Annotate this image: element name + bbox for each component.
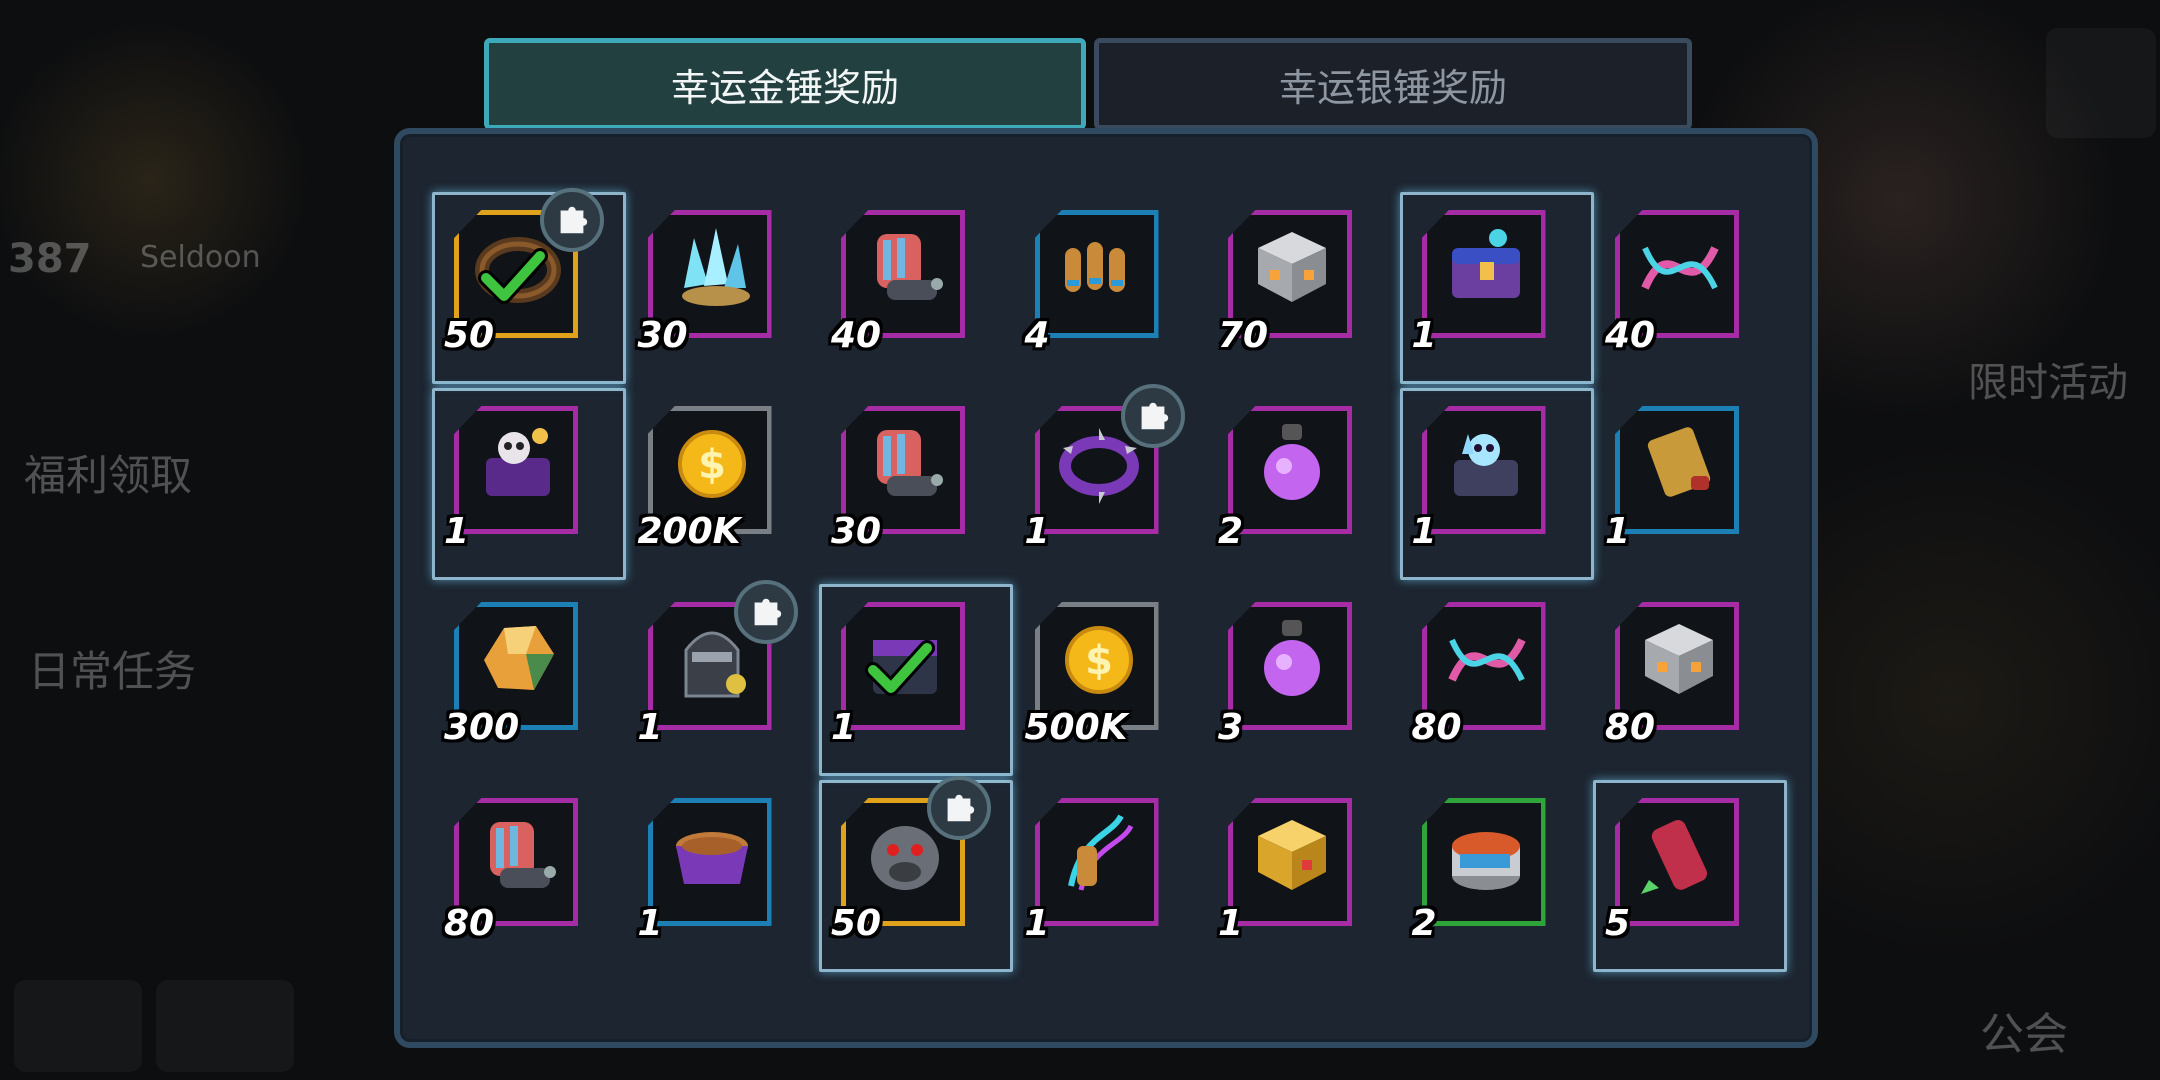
puzzle-piece-icon xyxy=(927,776,991,840)
ice-skull-chest-icon xyxy=(1438,414,1534,510)
food-can-icon xyxy=(1438,806,1534,902)
reward-slot[interactable]: $500K xyxy=(1017,588,1177,748)
reward-slot[interactable]: 5 xyxy=(1597,784,1757,944)
purple-potion-icon xyxy=(1244,610,1340,706)
reward-slot[interactable]: 1 xyxy=(630,580,798,748)
gold-coin-icon: $ xyxy=(1051,610,1147,706)
spiked-gauntlet-icon xyxy=(470,806,566,902)
red-scroll-icon xyxy=(1631,806,1727,902)
tab-gold-hammer-rewards[interactable]: 幸运金锤奖励 xyxy=(484,38,1086,130)
bg-daily-tasks: 日常任务 xyxy=(28,647,197,696)
neon-tentacle-icon xyxy=(1051,806,1147,902)
bg-contacts-button xyxy=(14,980,142,1072)
reward-slot[interactable]: 80 xyxy=(1404,588,1564,748)
reward-slot[interactable]: 30 xyxy=(630,196,790,356)
bg-limited-event: 限时活动 xyxy=(1968,360,2128,406)
reward-quantity: 2 xyxy=(1218,511,1244,552)
reward-slot[interactable]: 40 xyxy=(823,196,983,356)
reward-quantity: 1 xyxy=(637,903,663,944)
reward-quantity: 80 xyxy=(1411,707,1462,748)
reward-quantity: 4 xyxy=(1024,315,1050,356)
silver-cube-icon xyxy=(1631,610,1727,706)
purple-potion-icon xyxy=(1244,414,1340,510)
puzzle-piece-icon xyxy=(733,580,798,644)
reward-slot[interactable]: 1 xyxy=(436,392,596,552)
reward-slot[interactable]: 50 xyxy=(823,776,991,944)
reward-slot[interactable]: 50 xyxy=(436,188,604,356)
puzzle-piece-icon xyxy=(1120,384,1185,448)
crystal-cluster-icon xyxy=(664,218,760,314)
reward-quantity: 1 xyxy=(831,707,857,748)
puzzle-piece-icon xyxy=(540,188,604,252)
reward-slot[interactable]: 1 xyxy=(823,588,983,748)
reward-slot[interactable]: 2 xyxy=(1210,392,1370,552)
reward-slot[interactable]: 2 xyxy=(1404,784,1564,944)
reward-quantity: 1 xyxy=(1411,315,1437,356)
tab-silver-hammer-rewards[interactable]: 幸运银锤奖励 xyxy=(1094,38,1692,130)
reward-slot[interactable]: 80 xyxy=(436,784,596,944)
reward-quantity: 2 xyxy=(1411,903,1437,944)
reward-slot[interactable]: 1 xyxy=(1597,392,1757,552)
reward-slot[interactable]: 3 xyxy=(1210,588,1370,748)
reward-slot[interactable]: 1 xyxy=(1210,784,1370,944)
spiked-gauntlet-icon xyxy=(857,218,953,314)
bg-mail-button xyxy=(156,980,294,1072)
reward-quantity: 80 xyxy=(1605,707,1656,748)
reward-slot[interactable]: 40 xyxy=(1597,196,1757,356)
reward-slot[interactable]: 1 xyxy=(1017,384,1185,552)
reward-quantity: 50 xyxy=(444,315,495,356)
bg-side-button xyxy=(2046,28,2156,138)
gold-cube-icon xyxy=(1244,806,1340,902)
spiked-gauntlet-icon xyxy=(857,414,953,510)
reward-quantity: 1 xyxy=(1218,903,1244,944)
reward-slot[interactable]: 80 xyxy=(1597,588,1757,748)
reward-quantity: 70 xyxy=(1218,315,1269,356)
dna-helix-icon xyxy=(1438,610,1534,706)
reward-quantity: 1 xyxy=(444,511,470,552)
reward-slot[interactable]: 1 xyxy=(1404,392,1564,552)
pet-food-bowl-icon xyxy=(664,806,760,902)
reward-quantity: 3 xyxy=(1218,707,1244,748)
bg-player-level: 387 xyxy=(8,236,92,282)
reward-quantity: 80 xyxy=(444,903,495,944)
gold-coin-icon: $ xyxy=(664,414,760,510)
reward-quantity: 200K xyxy=(637,511,741,552)
reward-quantity: 500K xyxy=(1024,707,1128,748)
treasure-chest-icon xyxy=(1438,218,1534,314)
claimed-check-icon xyxy=(478,246,548,306)
scroll-icon xyxy=(1631,414,1727,510)
reward-quantity: 300 xyxy=(444,707,520,748)
reward-slot[interactable]: 1 xyxy=(1017,784,1177,944)
reward-quantity: 30 xyxy=(831,511,882,552)
reward-quantity: 5 xyxy=(1605,903,1631,944)
skull-chest-icon xyxy=(470,414,566,510)
reward-quantity: 30 xyxy=(637,315,688,356)
reward-slot[interactable]: 1 xyxy=(1404,196,1564,356)
reward-quantity: 1 xyxy=(1024,511,1050,552)
reward-quantity: 1 xyxy=(1024,903,1050,944)
dna-helix-icon xyxy=(1631,218,1727,314)
claimed-check-icon xyxy=(865,638,935,698)
reward-quantity: 50 xyxy=(831,903,882,944)
reward-slot[interactable]: 70 xyxy=(1210,196,1370,356)
reward-slot[interactable]: 30 xyxy=(823,392,983,552)
bg-player-name: Seldoon xyxy=(140,240,261,275)
reward-quantity: 1 xyxy=(1411,511,1437,552)
bullets-icon xyxy=(1051,218,1147,314)
silver-cube-icon xyxy=(1244,218,1340,314)
reward-quantity: 1 xyxy=(637,707,663,748)
svg-text:$: $ xyxy=(1085,638,1113,684)
amber-gem-icon xyxy=(470,610,566,706)
reward-slot[interactable]: $200K xyxy=(630,392,790,552)
svg-text:$: $ xyxy=(698,442,726,488)
reward-slot[interactable]: 1 xyxy=(630,784,790,944)
reward-slot[interactable]: 300 xyxy=(436,588,596,748)
reward-quantity: 1 xyxy=(1605,511,1631,552)
bg-guild: 公会 xyxy=(1980,1009,2068,1060)
reward-quantity: 40 xyxy=(1605,315,1656,356)
reward-quantity: 40 xyxy=(831,315,882,356)
bg-welfare: 福利领取 xyxy=(24,451,193,500)
reward-slot[interactable]: 4 xyxy=(1017,196,1177,356)
